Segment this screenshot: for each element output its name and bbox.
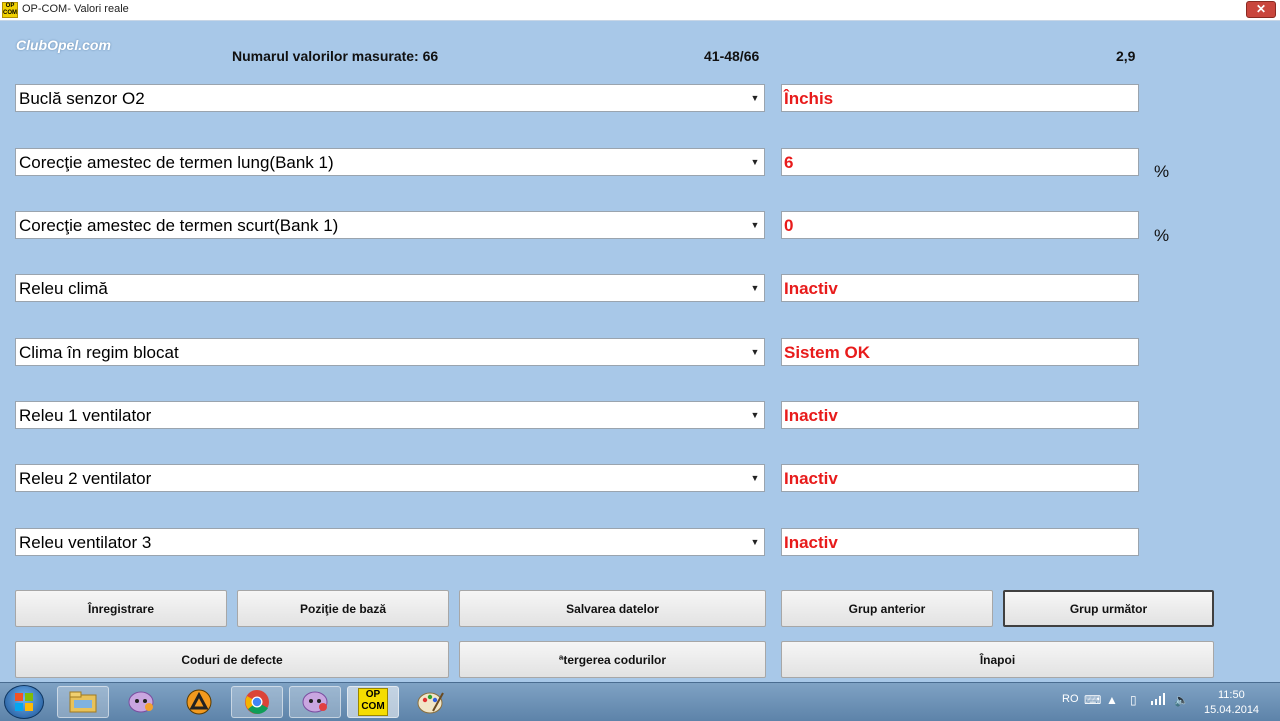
title-bar: OP COM OP-COM- Valori reale ✕ [0,0,1280,21]
unit-label-2: % [1154,162,1170,181]
value-field-1: Închis [781,84,1139,112]
base-position-button[interactable]: Poziţie de bază [237,590,449,627]
value-text: Inactiv [784,533,838,552]
keyboard-icon[interactable]: ⌨ [1084,693,1101,707]
previous-group-button[interactable]: Grup anterior [781,590,993,627]
clock-date[interactable]: 15.04.2014 [1204,704,1259,716]
value-text: 6 [784,153,794,172]
save-data-button[interactable]: Salvarea datelor [459,590,766,627]
value-field-2: 6 [781,148,1139,176]
windows-logo-icon [15,693,33,711]
chevron-down-icon[interactable]: ▼ [747,213,763,237]
opcom-app-icon: OP COM [2,2,18,18]
parameter-select-text: Corecţie amestec de termen lung(Bank 1) [19,153,334,172]
next-group-button[interactable]: Grup următor [1003,590,1214,627]
avast-icon[interactable] [173,686,225,718]
opcom-logo-icon: OP COM [358,688,388,716]
network-signal-icon[interactable] [1150,693,1166,708]
values-range: 41-48/66 [704,48,760,64]
value-text: 0 [784,216,794,235]
volume-icon[interactable]: 🔈 [1174,693,1189,707]
parameter-select-text: Releu climă [19,279,108,298]
parameter-select-text: Releu ventilator 3 [19,533,152,552]
parameter-select-text: Releu 1 ventilator [19,406,152,425]
value-text: Închis [784,89,834,108]
clear-codes-button[interactable]: ªtergerea codurilor [459,641,766,678]
clubopel-logo: ClubOpel.com [16,37,111,53]
parameter-select-7[interactable]: Releu 2 ventilator ▼ [15,464,765,492]
parameter-select-5[interactable]: Clima în regim blocat ▼ [15,338,765,366]
paint-icon[interactable] [405,686,457,718]
start-button[interactable] [4,685,44,719]
opcom-taskbar-button[interactable]: OP COM [347,686,399,718]
value-field-7: Inactiv [781,464,1139,492]
clock-time[interactable]: 11:50 [1218,689,1245,701]
parameter-select-3[interactable]: Corecţie amestec de termen scurt(Bank 1)… [15,211,765,239]
value-field-4: Inactiv [781,274,1139,302]
messenger-icon[interactable] [115,686,167,718]
parameter-select-2[interactable]: Corecţie amestec de termen lung(Bank 1) … [15,148,765,176]
header-value: 2,9 [1116,48,1136,64]
messenger-icon-2[interactable] [289,686,341,718]
chevron-down-icon[interactable]: ▼ [747,86,763,110]
chrome-icon[interactable] [231,686,283,718]
back-button[interactable]: Înapoi [781,641,1214,678]
value-text: Inactiv [784,279,838,298]
chevron-down-icon[interactable]: ▼ [747,530,763,554]
value-text: Inactiv [784,406,838,425]
parameter-select-text: Corecţie amestec de termen scurt(Bank 1) [19,216,339,235]
language-indicator[interactable]: RO [1062,693,1079,705]
close-button[interactable]: ✕ [1246,1,1276,18]
value-field-3: 0 [781,211,1139,239]
value-field-8: Inactiv [781,528,1139,556]
window-title: OP-COM- Valori reale [22,3,129,15]
value-text: Sistem OK [784,343,870,362]
parameter-select-8[interactable]: Releu ventilator 3 ▼ [15,528,765,556]
parameter-select-text: Buclă senzor O2 [19,89,145,108]
record-button[interactable]: Înregistrare [15,590,227,627]
value-text: Inactiv [784,469,838,488]
chevron-down-icon[interactable]: ▼ [747,466,763,490]
chevron-down-icon[interactable]: ▼ [747,276,763,300]
parameter-select-4[interactable]: Releu climă ▼ [15,274,765,302]
file-explorer-icon[interactable] [57,686,109,718]
value-field-6: Inactiv [781,401,1139,429]
fault-codes-button[interactable]: Coduri de defecte [15,641,449,678]
usb-device-icon[interactable]: ▯ [1130,693,1137,707]
value-field-5: Sistem OK [781,338,1139,366]
unit-label-3: % [1154,226,1170,245]
chevron-down-icon[interactable]: ▼ [747,340,763,364]
chevron-down-icon[interactable]: ▼ [747,150,763,174]
chevron-down-icon[interactable]: ▼ [747,403,763,427]
parameter-select-text: Clima în regim blocat [19,343,179,362]
show-hidden-icons-icon[interactable]: ▲ [1106,693,1118,707]
parameter-select-text: Releu 2 ventilator [19,469,152,488]
parameter-select-6[interactable]: Releu 1 ventilator ▼ [15,401,765,429]
parameter-select-1[interactable]: Buclă senzor O2 ▼ [15,84,765,112]
measured-values-count: Numarul valorilor masurate: 66 [232,48,439,64]
